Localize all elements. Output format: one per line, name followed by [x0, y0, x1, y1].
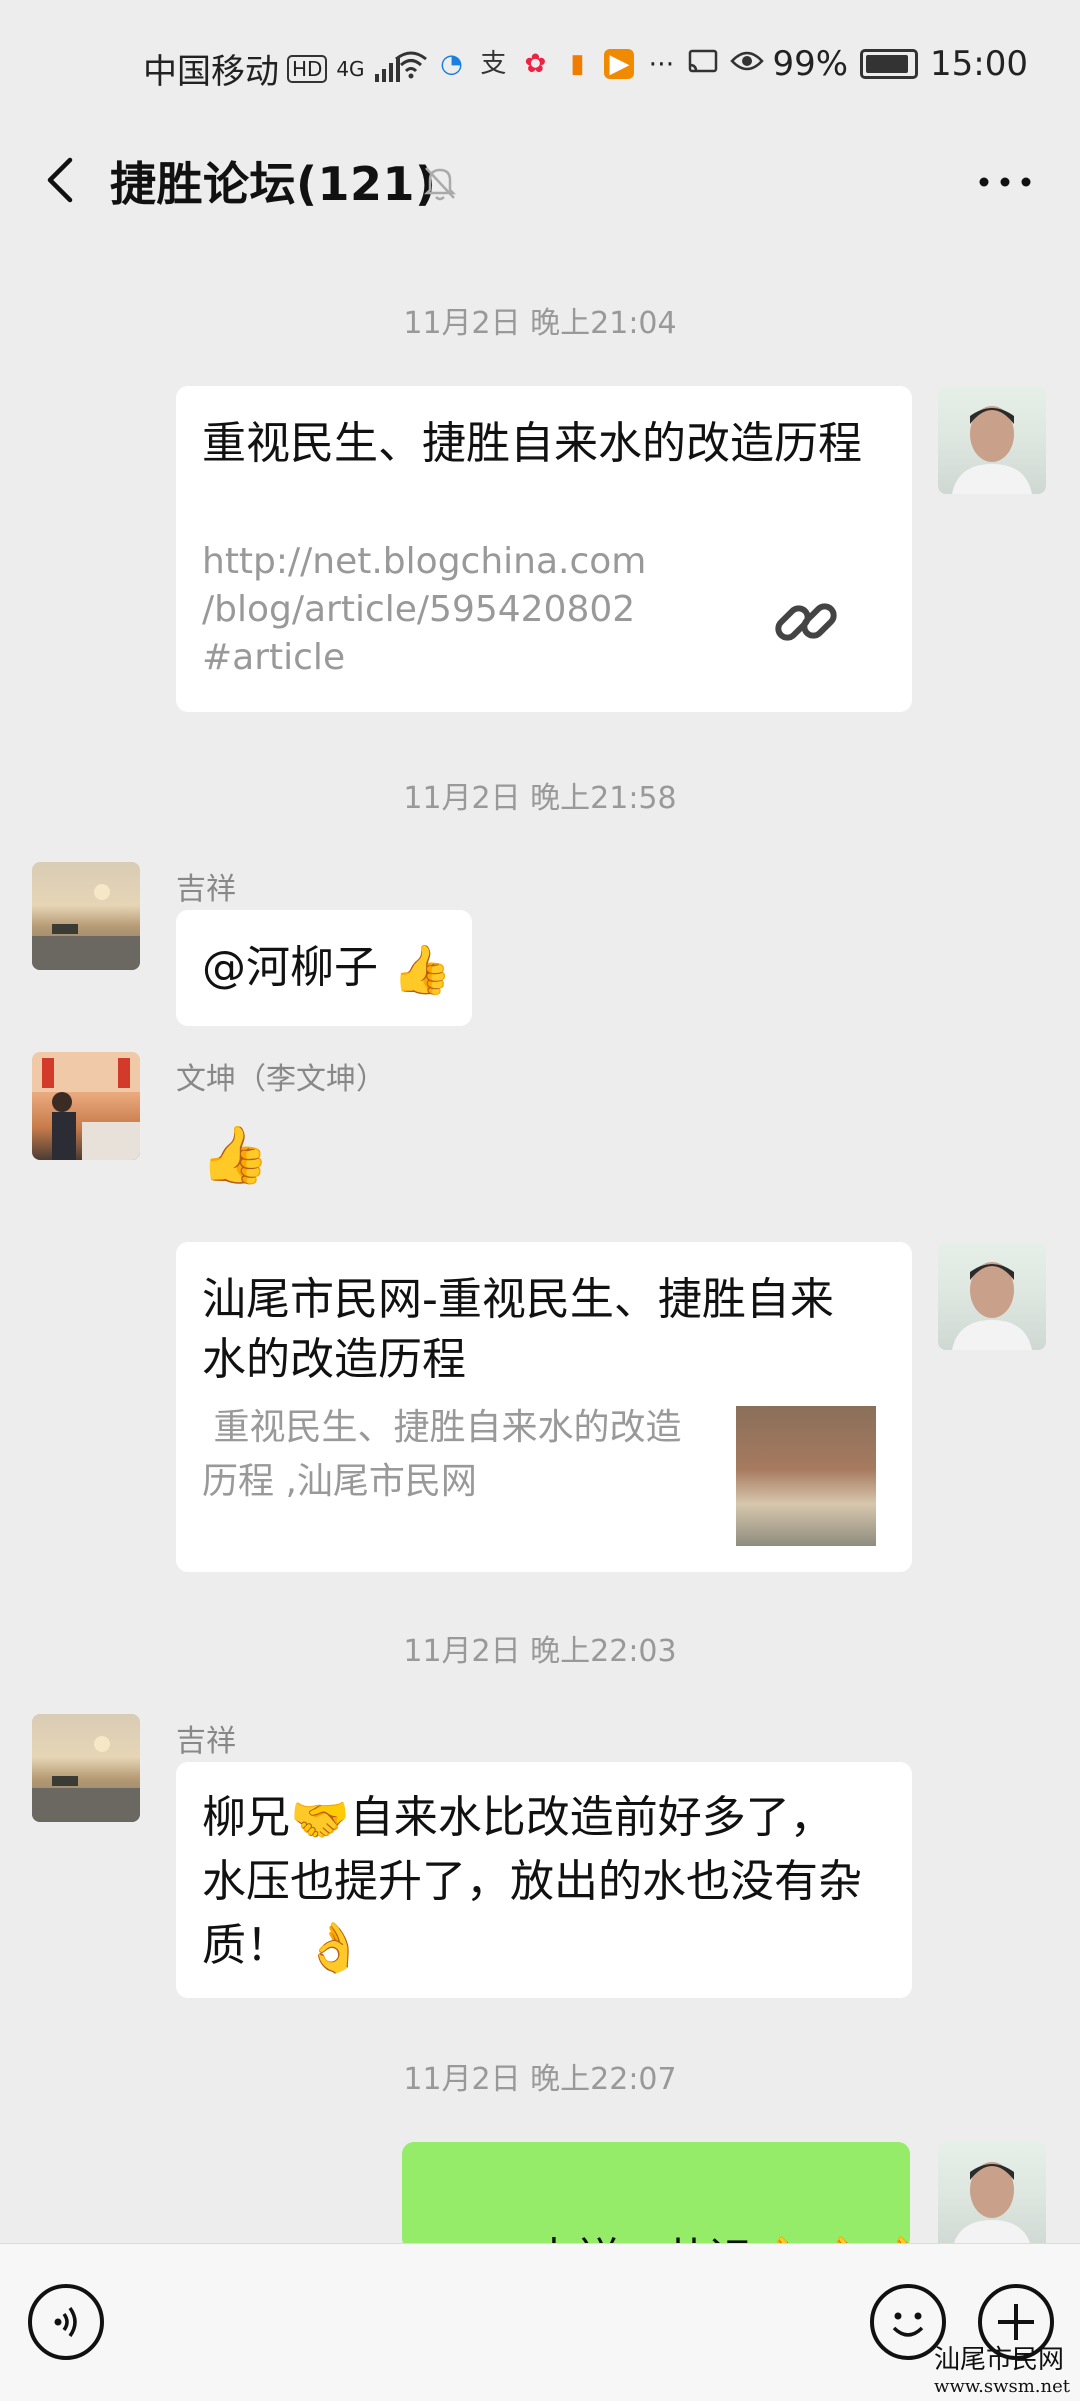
avatar-jixiang[interactable]: [32, 862, 140, 970]
voice-input-button[interactable]: [28, 2284, 104, 2360]
link-url-line-3: #article: [202, 637, 346, 678]
text-bubble[interactable]: @河柳子 👍: [176, 910, 472, 1026]
message-line-1: 柳兄🤝自来水比改造前好多了，: [202, 1786, 834, 1852]
video-app-icon: ▶: [604, 49, 635, 79]
message-line-3: 质！ 👌: [202, 1914, 364, 1980]
message-timestamp: 11月2日 晚上21:58: [403, 781, 677, 816]
site-watermark: 汕尾市民网 www.swsm.net: [934, 2339, 1070, 2397]
thumbs-up-icon: 👍: [392, 942, 452, 998]
link-card-title: 重视民生、捷胜自来水的改造历程: [202, 418, 862, 469]
hd-badge: HD: [287, 54, 328, 83]
message-timestamp: 11月2日 晚上21:04: [403, 306, 677, 341]
link-card-title-line-1: 汕尾市民网-重视民生、捷胜自来: [202, 1274, 834, 1325]
more-options-button[interactable]: [970, 160, 1040, 204]
message-line-2: 水压也提升了，放出的水也没有杂: [202, 1856, 862, 1907]
battery-percent: 99%: [772, 44, 849, 84]
message-text-part: 柳兄: [202, 1792, 290, 1843]
avatar-jixiang[interactable]: [32, 1714, 140, 1822]
chat-header: 捷胜论坛(121): [0, 130, 1080, 240]
conference-photo-icon: [32, 1052, 140, 1160]
message-text-part: 自来水比改造前好多了，: [349, 1792, 834, 1843]
message-text: @河柳子 👍: [202, 936, 452, 1002]
status-right: ◔ 支 ✿ ▮ ▶ ⋯ 99% 15:00: [394, 44, 1028, 84]
watermark-title: 汕尾市民网: [934, 2345, 1065, 2375]
message-timestamp: 11月2日 晚上22:07: [403, 2062, 677, 2097]
network-type-label: 4G: [336, 56, 365, 81]
chevron-left-icon: [47, 157, 73, 203]
photos-app-icon: ✿: [524, 49, 547, 79]
person-portrait-icon: [952, 406, 1032, 494]
sender-name: 吉祥: [176, 872, 236, 907]
watermark-url: www.swsm.net: [934, 2376, 1070, 2397]
message-text-part: 质！: [202, 1920, 290, 1971]
more-dots-icon: [979, 177, 1031, 187]
cast-icon: [688, 49, 718, 79]
battery-icon: [860, 49, 919, 79]
sender-name: 文坤（李文坤）: [176, 1062, 386, 1097]
status-bar: 中国移动 HD 4G ◔ 支 ✿ ▮ ▶ ⋯ 99% 15:00: [0, 0, 1080, 130]
chat-input-bar: 汕尾市民网 www.swsm.net: [0, 2243, 1080, 2401]
link-chain-icon: [768, 584, 844, 660]
browser-app-icon: ◔: [440, 49, 463, 79]
sunset-sea-icon: [32, 884, 140, 970]
eye-comfort-icon: [730, 49, 765, 79]
wifi-icon: [394, 49, 428, 79]
voice-icon: [54, 2306, 77, 2338]
sender-name: 吉祥: [176, 1724, 236, 1759]
shop-app-icon: ▮: [570, 49, 585, 79]
smiley-icon: [892, 2312, 924, 2337]
person-portrait-icon: [952, 1262, 1032, 1350]
more-notifications-icon: ⋯: [648, 49, 675, 79]
link-card-bubble[interactable]: 汕尾市民网-重视民生、捷胜自来 水的改造历程 重视民生、捷胜自来水的改造 历程 …: [176, 1242, 912, 1572]
mention-text: @河柳子: [202, 942, 378, 993]
page-title: 捷胜论坛(121): [110, 157, 437, 211]
avatar-self[interactable]: [938, 2142, 1046, 2250]
avatar-wenkun[interactable]: [32, 1052, 140, 1160]
status-left: 中国移动 HD 4G: [143, 44, 403, 93]
message-timestamp: 11月2日 晚上22:03: [403, 1634, 677, 1669]
thumbs-up-icon: 👍: [200, 1123, 270, 1188]
avatar-self[interactable]: [938, 1242, 1046, 1350]
text-bubble[interactable]: 柳兄🤝自来水比改造前好多了， 水压也提升了，放出的水也没有杂 质！ 👌: [176, 1762, 912, 1998]
link-card-desc-line-1: 重视民生、捷胜自来水的改造: [202, 1407, 682, 1448]
back-button[interactable]: [32, 150, 92, 210]
alipay-app-icon: 支: [480, 49, 507, 79]
clock: 15:00: [930, 44, 1028, 84]
link-card-desc-line-2: 历程 ,汕尾市民网: [202, 1461, 477, 1502]
link-url-line-2: /blog/article/595420802: [202, 589, 636, 630]
link-card-title-line-2: 水的改造历程: [202, 1334, 466, 1385]
sunset-sea-icon: [32, 1736, 140, 1822]
avatar-self[interactable]: [938, 386, 1046, 494]
link-url-line-1: http://net.blogchina.com: [202, 541, 647, 582]
carrier-label: 中国移动: [143, 52, 279, 92]
mute-bell-icon: [418, 160, 462, 204]
self-text-bubble[interactable]: @吉祥 共识👌👌👌: [402, 2142, 931, 2290]
link-thumbnail-image: [736, 1406, 876, 1546]
person-portrait-icon: [952, 2162, 1032, 2250]
ok-hand-icon: 👌: [304, 1920, 364, 1976]
link-card-bubble[interactable]: 重视民生、捷胜自来水的改造历程 http://net.blogchina.com…: [176, 386, 912, 712]
handshake-icon: 🤝: [290, 1792, 350, 1848]
